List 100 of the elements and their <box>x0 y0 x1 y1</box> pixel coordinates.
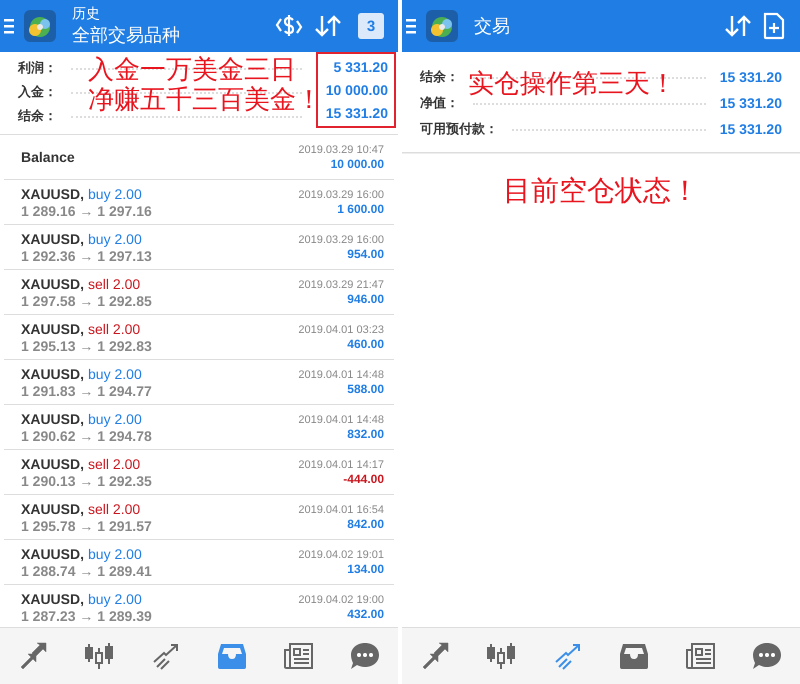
deal-row[interactable]: XAUUSD, buy 2.00 1 291.83 → 1 294.77 2019.04.01 14:48 588.00 <box>4 360 394 405</box>
deal-prices: 1 290.13 → 1 292.35 <box>21 472 152 488</box>
deal-time: 2019.03.29 16:00 <box>298 188 384 200</box>
deal-prices: 1 292.36 → 1 297.13 <box>21 248 152 264</box>
deal-row[interactable]: XAUUSD, buy 2.00 1 289.16 → 1 297.16 2019.03.29 16:00 1 600.00 <box>4 180 394 225</box>
newspaper-icon <box>283 642 314 670</box>
chat-icon <box>350 642 380 670</box>
deal-side: buy 2.00 <box>88 546 142 562</box>
deal-row[interactable]: XAUUSD, buy 2.00 1 290.62 → 1 294.78 2019.04.01 14:48 832.00 <box>4 405 394 450</box>
summary-value: 15 331.20 <box>720 95 782 111</box>
menu-icon[interactable] <box>406 18 416 34</box>
annotation-text: 实仓操作第三天！ <box>468 70 676 100</box>
deal-side: buy 2.00 <box>88 590 142 606</box>
summary-label: 净值： <box>420 94 459 112</box>
deal-time: 2019.04.01 14:17 <box>298 458 384 470</box>
summary-label: 入金： <box>18 83 57 101</box>
candlestick-icon <box>84 642 114 670</box>
newspaper-icon <box>685 642 716 670</box>
deal-side: buy 2.00 <box>88 230 142 246</box>
annotation-text: 净赚五千三百美金！ <box>88 86 322 116</box>
screen-title: 交易 <box>474 15 511 38</box>
sort-icon[interactable] <box>314 14 342 38</box>
deal-symbol: XAUUSD, <box>21 546 84 562</box>
annotation-text: 目前空仓状态！ <box>503 173 699 209</box>
trend-icon <box>552 642 583 670</box>
arrows-icon <box>18 642 48 670</box>
deal-symbol: XAUUSD, <box>21 230 84 246</box>
deal-prices: 1 289.16 → 1 297.16 <box>21 202 152 218</box>
deal-time: 2019.04.02 19:01 <box>298 548 384 560</box>
deal-symbol: Balance <box>21 149 75 165</box>
deal-side: buy 2.00 <box>88 410 142 426</box>
deal-row[interactable]: XAUUSD, buy 2.00 1 288.74 → 1 289.41 2019.04.02 19:01 134.00 <box>4 540 394 585</box>
deal-prices: 1 288.74 → 1 289.41 <box>21 562 152 578</box>
deal-row[interactable]: XAUUSD, sell 2.00 1 290.13 → 1 292.35 2019.04.01 14:17 -444.00 <box>4 450 394 495</box>
chat-icon <box>752 642 782 670</box>
summary-label: 结余： <box>420 68 459 86</box>
deal-symbol: XAUUSD, <box>21 590 84 606</box>
summary-value: 5 331.20 <box>334 59 388 76</box>
deal-profit: -444.00 <box>343 472 384 486</box>
deal-profit: 1 600.00 <box>337 202 384 216</box>
dollar-swap-icon[interactable] <box>274 13 304 39</box>
deal-profit: 460.00 <box>347 336 384 350</box>
deal-time: 2019.03.29 21:47 <box>298 278 384 290</box>
deal-profit: 954.00 <box>347 246 384 260</box>
deal-profit: 432.00 <box>347 606 384 620</box>
deal-row[interactable]: XAUUSD, buy 2.00 1 292.36 → 1 297.13 2019.03.29 16:00 954.00 <box>4 225 394 270</box>
new-order-icon[interactable] <box>762 12 786 40</box>
deal-time: 2019.03.29 16:00 <box>298 234 384 246</box>
deal-prices: 1 290.62 → 1 294.78 <box>21 428 152 444</box>
inbox-icon <box>217 642 248 670</box>
summary-value: 10 000.00 <box>326 82 388 98</box>
deal-prices: 1 291.83 → 1 294.77 <box>21 382 152 398</box>
deal-row[interactable]: XAUUSD, sell 2.00 1 297.58 → 1 292.85 2019.03.29 21:47 946.00 <box>4 270 394 315</box>
deal-profit: 10 000.00 <box>330 156 384 170</box>
deal-symbol: XAUUSD, <box>21 320 84 336</box>
app-logo-icon <box>24 10 56 42</box>
summary-value: 15 331.20 <box>720 121 782 137</box>
deal-row[interactable]: XAUUSD, sell 2.00 1 295.13 → 1 292.83 2019.04.01 03:23 460.00 <box>4 315 394 360</box>
summary-label: 可用预付款： <box>420 120 498 138</box>
deal-profit: 134.00 <box>347 562 384 576</box>
deal-time: 2019.04.01 03:23 <box>298 324 384 336</box>
summary-label: 利润： <box>18 59 57 77</box>
inbox-icon <box>619 642 650 670</box>
menu-icon[interactable] <box>4 18 14 34</box>
deal-prices: 1 297.58 → 1 292.85 <box>21 292 152 308</box>
deal-side: sell 2.00 <box>88 500 140 516</box>
deal-side: buy 2.00 <box>88 366 142 382</box>
deal-time: 2019.04.01 16:54 <box>298 504 384 516</box>
deal-profit: 842.00 <box>347 516 384 530</box>
app-logo-icon <box>426 10 458 42</box>
symbol-filter[interactable]: 全部交易品种 <box>72 23 264 47</box>
deal-prices: 1 295.78 → 1 291.57 <box>21 518 152 534</box>
sort-icon[interactable] <box>724 14 752 38</box>
annotation-text: 入金一万美金三日 <box>88 56 297 86</box>
deal-prices: 1 287.23 → 1 289.39 <box>21 608 152 624</box>
deal-time: 2019.04.01 14:48 <box>298 368 384 380</box>
deal-time: 2019.04.01 14:48 <box>298 414 384 426</box>
screen-title: 历史 <box>72 5 101 23</box>
deal-symbol: XAUUSD, <box>21 366 84 382</box>
deal-time: 2019.03.29 10:47 <box>298 144 384 156</box>
deal-symbol: XAUUSD, <box>21 186 84 202</box>
deal-profit: 946.00 <box>347 292 384 306</box>
deal-symbol: XAUUSD, <box>21 276 84 292</box>
deal-row[interactable]: XAUUSD, sell 2.00 1 295.78 → 1 291.57 2019.04.01 16:54 842.00 <box>4 495 394 540</box>
summary-label: 结余： <box>18 107 57 125</box>
deal-side: buy 2.00 <box>88 186 142 202</box>
deal-symbol: XAUUSD, <box>21 410 84 426</box>
deal-symbol: XAUUSD, <box>21 456 84 472</box>
arrows-icon <box>420 642 450 670</box>
deal-prices: 1 295.13 → 1 292.83 <box>21 338 152 354</box>
deal-time: 2019.04.02 19:00 <box>298 594 384 606</box>
deal-row[interactable]: Balance 2019.03.29 10:47 10 000.00 <box>4 135 394 180</box>
trend-icon <box>150 642 181 670</box>
deal-side: sell 2.00 <box>88 320 140 336</box>
summary-value: 15 331.20 <box>326 104 388 121</box>
deal-side: sell 2.00 <box>88 276 140 292</box>
summary-value: 15 331.20 <box>720 69 782 85</box>
deal-side: sell 2.00 <box>88 456 140 472</box>
candlestick-icon <box>486 642 516 670</box>
deal-symbol: XAUUSD, <box>21 500 84 516</box>
